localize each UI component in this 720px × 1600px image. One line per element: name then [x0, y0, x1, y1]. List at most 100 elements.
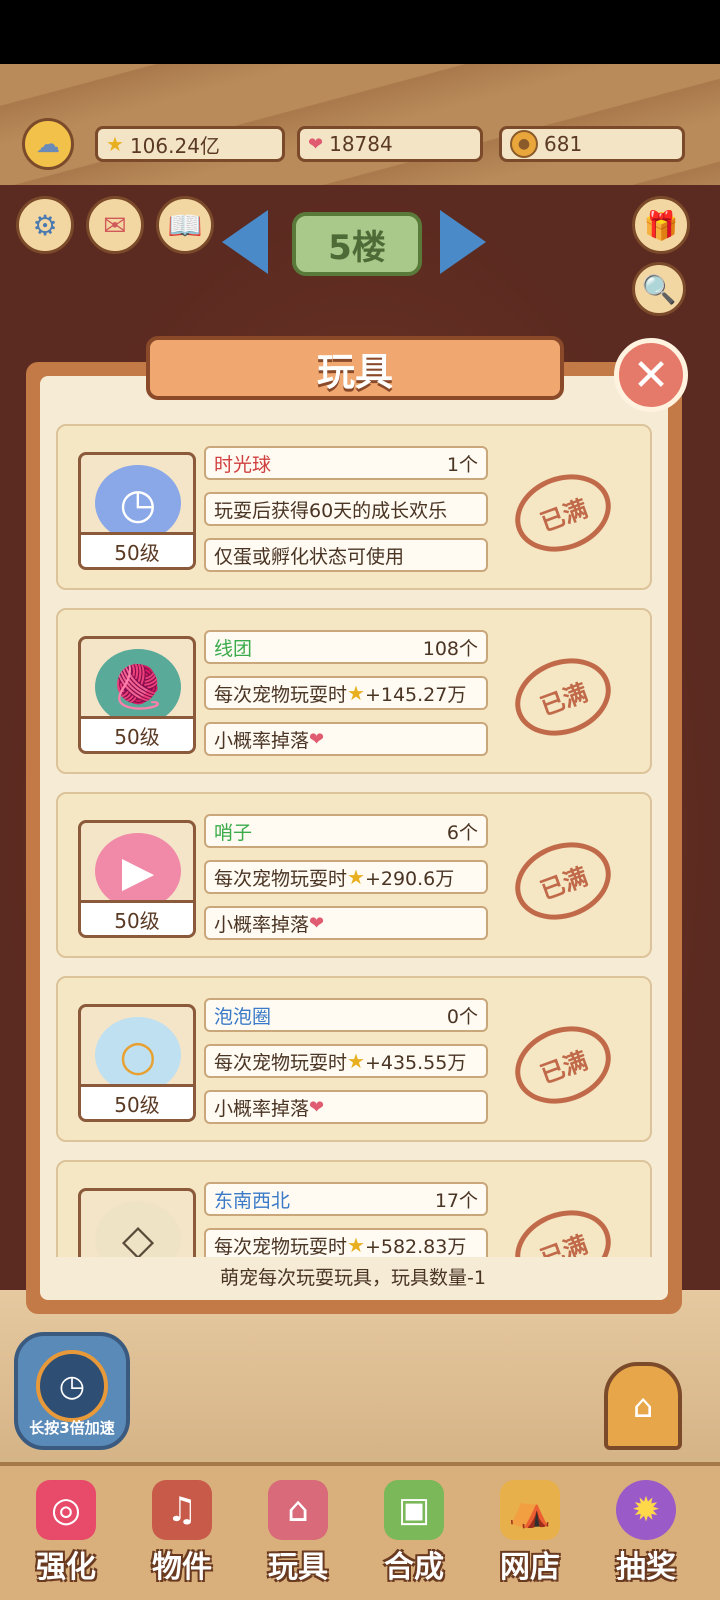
full-stamp: 已满 [504, 829, 622, 933]
toy-level: 50级 [81, 900, 193, 935]
magnifier-icon[interactable]: 🔍 [632, 262, 686, 316]
toy-card: ◇ 东南西北 17个 每次宠物玩耍时 ★ +582.83万 已满 [56, 1160, 652, 1257]
toy-thumbnail: 🧶 50级 [78, 636, 196, 754]
toy-note: 小概率掉落 ❤ [204, 1090, 488, 1124]
toy-effect-text: 每次宠物玩耍时 [214, 1051, 348, 1074]
toy-effect-value: +145.27万 [364, 683, 467, 706]
toy-effect-text: 每次宠物玩耍时 [214, 683, 348, 706]
bubble-wand-icon: ○ [95, 1017, 181, 1093]
close-icon: ✕ [632, 349, 670, 401]
toy-name: 时光球 [214, 453, 272, 476]
weather-icon[interactable]: ☁ [22, 118, 74, 170]
toy-name-row: 东南西北 17个 [204, 1182, 488, 1216]
toy-name: 线团 [214, 637, 253, 660]
stamp-text: 已满 [536, 1229, 592, 1257]
gift-icon[interactable]: 🎁 [632, 196, 690, 254]
toy-note-text: 小概率掉落 [214, 913, 310, 936]
star-icon: ★ [106, 132, 124, 156]
star-icon: ★ [347, 681, 365, 705]
toy-effect-text: 每次宠物玩耍时 [214, 867, 348, 890]
nav-item-objects[interactable]: ♫ 物件 [132, 1480, 232, 1596]
nav-label: 强化 [36, 1550, 96, 1585]
nav-item-combine[interactable]: ▣ 合成 [364, 1480, 464, 1596]
settings-gear-icon[interactable]: ⚙ [16, 196, 74, 254]
toy-name-row: 泡泡圈 0个 [204, 998, 488, 1032]
stars-value: 106.24亿 [129, 133, 220, 158]
stamp-text: 已满 [536, 677, 592, 721]
prev-floor-arrow-icon[interactable] [222, 210, 268, 274]
whistle-icon: ▶ [95, 833, 181, 909]
nav-label: 物件 [152, 1550, 212, 1585]
winged-heart-icon: ❤ [308, 133, 324, 155]
toy-name: 哨子 [214, 821, 253, 844]
nav-item-upgrade[interactable]: ◎ 强化 [16, 1480, 116, 1596]
toy-count: 17个 [434, 1189, 478, 1212]
stamp-text: 已满 [536, 861, 592, 905]
hearts-counter: ❤ 18784 [297, 126, 483, 162]
toy-thumbnail: ◷ 50级 [78, 452, 196, 570]
lollipop-icon: ◎ [36, 1480, 96, 1540]
toy-note-text: 小概率掉落 [214, 1097, 310, 1120]
toy-thumbnail: ◇ [78, 1188, 196, 1257]
coins-counter: ● 681 [499, 126, 685, 162]
toy-effect: 每次宠物玩耍时 ★ +582.83万 [204, 1228, 488, 1257]
toy-count: 1个 [446, 453, 478, 476]
dialog-footer-note: 萌宠每次玩耍玩具，玩具数量-1 [42, 1258, 664, 1294]
winged-heart-icon: ❤ [309, 728, 325, 750]
piano-icon: ♫ [152, 1480, 212, 1540]
toy-card: ◷ 50级 时光球 1个 玩耍后获得60天的成长欢乐 仅蛋或孵化状态可使用 已满 [56, 424, 652, 590]
close-button[interactable]: ✕ [614, 338, 688, 412]
full-stamp: 已满 [504, 645, 622, 749]
toy-note-text: 小概率掉落 [214, 729, 310, 752]
full-stamp: 已满 [504, 1013, 622, 1117]
toy-list[interactable]: ◷ 50级 时光球 1个 玩耍后获得60天的成长欢乐 仅蛋或孵化状态可使用 已满… [42, 412, 666, 1257]
status-bar [0, 0, 720, 64]
nav-label: 合成 [384, 1550, 444, 1585]
star-icon: ★ [347, 1233, 365, 1257]
toy-thumbnail: ▶ 50级 [78, 820, 196, 938]
next-floor-arrow-icon[interactable] [440, 210, 486, 274]
dialog-title-text: 玩具 [316, 349, 393, 394]
star-icon: ★ [347, 865, 365, 889]
nav-item-toys[interactable]: ⌂ 玩具 [248, 1480, 348, 1596]
wheel-icon: ✹ [616, 1480, 676, 1540]
toy-level: 50级 [81, 1084, 193, 1119]
toy-level: 50级 [81, 532, 193, 567]
star-icon: ★ [347, 1049, 365, 1073]
mail-icon[interactable]: ✉ [86, 196, 144, 254]
toy-card: ▶ 50级 哨子 6个 每次宠物玩耍时 ★ +290.6万 小概率掉落 ❤ 已满 [56, 792, 652, 958]
nav-item-shop[interactable]: ⛺ 网店 [480, 1480, 580, 1596]
dialog-title: 玩具 [146, 336, 564, 400]
door-exit-icon[interactable]: ⌂ [604, 1362, 682, 1450]
nav-label: 玩具 [268, 1550, 328, 1585]
footer-note-text: 萌宠每次玩耍玩具，玩具数量-1 [220, 1266, 486, 1289]
stamp-text: 已满 [536, 1045, 592, 1089]
winged-heart-icon: ❤ [309, 912, 325, 934]
floor-sign: 5楼 [292, 212, 422, 276]
paper-fortune-icon: ◇ [95, 1201, 181, 1257]
toy-effect-value: +582.83万 [364, 1235, 467, 1258]
coin-icon: ● [510, 130, 538, 158]
book-icon[interactable]: 📖 [156, 196, 214, 254]
nav-item-lottery[interactable]: ✹ 抽奖 [596, 1480, 696, 1596]
speed-up-button[interactable]: ◷ 长按3倍加速 [14, 1332, 130, 1450]
toy-effect-value: +290.6万 [364, 867, 455, 890]
toy-effect: 每次宠物玩耍时 ★ +290.6万 [204, 860, 488, 894]
toy-count: 0个 [446, 1005, 478, 1028]
toy-note: 仅蛋或孵化状态可使用 [204, 538, 488, 572]
nav-label: 网店 [500, 1550, 560, 1585]
toy-count: 108个 [422, 637, 478, 660]
toy-count: 6个 [446, 821, 478, 844]
full-stamp: 已满 [504, 461, 622, 565]
hearts-value: 18784 [329, 132, 393, 156]
coins-value: 681 [544, 132, 583, 156]
clock-ball-icon: ◷ [95, 465, 181, 541]
toy-effect-value: +435.55万 [364, 1051, 467, 1074]
toy-name-row: 线团 108个 [204, 630, 488, 664]
toy-name: 东南西北 [214, 1189, 291, 1212]
toy-note: 小概率掉落 ❤ [204, 906, 488, 940]
cards-icon: ▣ [384, 1480, 444, 1540]
toy-effect: 每次宠物玩耍时 ★ +145.27万 [204, 676, 488, 710]
floor-label: 5楼 [328, 227, 386, 268]
toy-house-icon: ⌂ [268, 1480, 328, 1540]
